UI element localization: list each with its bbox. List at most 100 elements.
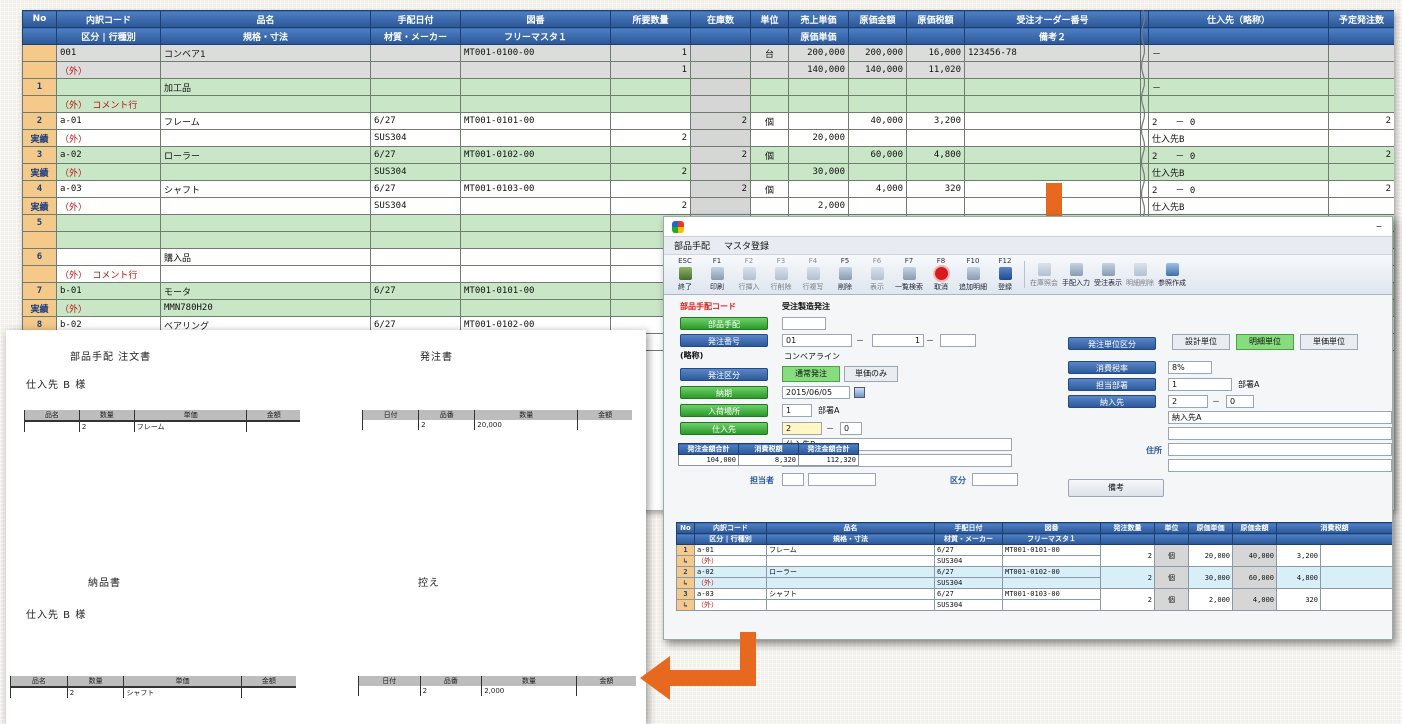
required-qty-2-cell[interactable] <box>610 95 691 113</box>
delivery-code-field[interactable]: 2 <box>1168 395 1208 408</box>
planned-qty-cell[interactable] <box>1328 78 1394 96</box>
grid-row[interactable]: 1 a-01 フレーム 6/27 MT001-0101-00 2 個 20,000 40,000… <box>676 544 1392 567</box>
item-name-cell[interactable]: シャフト <box>160 180 371 198</box>
material-cell[interactable] <box>370 299 461 317</box>
free-master-cell[interactable] <box>460 129 611 147</box>
grid-material-cell[interactable]: SUS304 <box>934 599 1003 611</box>
required-qty-2-cell[interactable]: 2 <box>610 129 691 147</box>
sheet-header-cell[interactable]: 仕入先（略称） <box>1148 10 1329 28</box>
grid-tax-cell[interactable]: 320 <box>1276 588 1321 611</box>
order-no-to-field[interactable]: 1 <box>872 334 924 347</box>
cost-amount-2-cell[interactable] <box>848 95 907 113</box>
planned-qty-cell[interactable]: 2 <box>1328 112 1394 130</box>
row-number[interactable] <box>22 44 57 62</box>
toolbar-button-insert-row[interactable]: F2 行挿入 <box>734 255 764 294</box>
sheet-subheader-cell[interactable] <box>906 27 965 45</box>
breakdown-code-cell[interactable]: b-01 <box>56 282 161 300</box>
item-name-cell[interactable]: ローラー <box>160 146 371 164</box>
stock-2-cell[interactable] <box>690 163 751 181</box>
planned-qty-2-cell[interactable] <box>1328 129 1394 147</box>
material-cell[interactable]: SUS304 <box>370 163 461 181</box>
item-name-cell[interactable]: コンベア1 <box>160 44 371 62</box>
supplier-button[interactable]: 仕入先 <box>680 422 768 435</box>
planned-qty-2-cell[interactable] <box>1328 197 1394 215</box>
sheet-subheader-cell[interactable]: フリーマスタ１ <box>460 27 611 45</box>
planned-qty-cell[interactable] <box>1328 44 1394 62</box>
breakdown-type-cell[interactable]: （外） コメント行 <box>56 265 161 283</box>
sheet-header-cell[interactable]: No <box>22 10 57 28</box>
stock-2-cell[interactable] <box>690 95 751 113</box>
supplier-cell[interactable]: 2 － 0 <box>1148 146 1329 164</box>
cost-tax-cell[interactable]: 320 <box>906 180 965 198</box>
stock-2-cell[interactable] <box>690 197 751 215</box>
tax-rate-select[interactable]: 8% <box>1168 361 1212 374</box>
sheet-subheader-cell[interactable] <box>1148 27 1329 45</box>
due-date-field[interactable]: 2015/06/05 <box>782 386 850 399</box>
grid-row-number[interactable]: 1 <box>676 544 695 556</box>
order-date-cell[interactable]: 6/27 <box>370 112 461 130</box>
grid-spec-cell[interactable] <box>766 577 935 589</box>
planned-qty-cell[interactable]: 2 <box>1328 146 1394 164</box>
grid-date-cell[interactable]: 6/27 <box>934 566 1003 578</box>
order-number-cell[interactable] <box>964 146 1141 164</box>
unit-cell[interactable]: 台 <box>750 44 789 62</box>
sheet-header-cell[interactable]: 内訳コード <box>56 10 161 28</box>
cost-price-cell[interactable]: 30,000 <box>788 163 849 181</box>
toolbar-button-home[interactable]: 参照作成 <box>1157 255 1187 294</box>
order-no-button[interactable]: 発注番号 <box>680 334 768 347</box>
seg-normal-order[interactable]: 通常発注 <box>782 366 840 382</box>
toolbar-button-order-input[interactable]: 手配入力 <box>1061 255 1091 294</box>
cost-tax-2-cell[interactable] <box>906 95 965 113</box>
order-date-cell[interactable]: 6/27 <box>370 146 461 164</box>
parts-order-button[interactable]: 部品手配 <box>680 317 768 330</box>
row-status-cell[interactable] <box>22 265 57 283</box>
grid-row[interactable]: 3 a-03 シャフト 6/27 MT001-0103-00 2 個 2,000 4,000 32… <box>676 588 1392 611</box>
drawing-number-cell[interactable] <box>460 248 611 266</box>
unit-2-cell[interactable] <box>750 129 789 147</box>
material-cell[interactable] <box>370 61 461 79</box>
staff-code-field[interactable] <box>782 473 804 486</box>
sheet-header-cell[interactable]: 単位 <box>750 10 789 28</box>
table-row[interactable]: （外） 1 140,000 140,000 11,020 <box>22 61 1394 79</box>
toolbar-button-order-display[interactable]: 受注表示 <box>1093 255 1123 294</box>
cost-amount-cell[interactable] <box>848 78 907 96</box>
grid-subheader-cell[interactable] <box>1100 533 1155 545</box>
spec-cell[interactable] <box>160 197 371 215</box>
grid-date-cell[interactable]: 6/27 <box>934 588 1003 600</box>
drawing-number-cell[interactable]: MT001-0102-00 <box>460 146 611 164</box>
sales-price-cell[interactable] <box>788 78 849 96</box>
grid-drawing-cell[interactable]: MT001-0102-00 <box>1002 566 1101 578</box>
grid-name-cell[interactable]: フレーム <box>766 544 935 556</box>
unit-2-cell[interactable] <box>750 163 789 181</box>
due-date-button[interactable]: 納期 <box>680 386 768 399</box>
toolbar-button-stop[interactable]: F8 取消 <box>926 255 956 294</box>
item-name-cell[interactable]: フレーム <box>160 112 371 130</box>
cost-tax-cell[interactable]: 16,000 <box>906 44 965 62</box>
sheet-header-cell[interactable]: 受注オーダー番号 <box>964 10 1141 28</box>
table-row[interactable]: 1 加工品 － <box>22 78 1394 96</box>
row-status-cell[interactable] <box>22 231 57 249</box>
spec-cell[interactable] <box>160 61 371 79</box>
grid-qty-cell[interactable]: 2 <box>1100 566 1155 589</box>
table-row[interactable]: 実績 （外） SUS304 2 2,000 仕入先B <box>22 197 1394 215</box>
order-date-cell[interactable] <box>370 78 461 96</box>
toolbar-button-copy-row[interactable]: F4 行複写 <box>798 255 828 294</box>
row-status-cell[interactable]: 実績 <box>22 163 57 181</box>
sheet-header-cell[interactable]: 図番 <box>460 10 611 28</box>
grid-tax-cell[interactable]: 4,800 <box>1276 566 1321 589</box>
order-no-sub-field[interactable] <box>940 334 976 347</box>
seg-detail-unit[interactable]: 明細単位 <box>1236 334 1294 350</box>
cost-amount-cell[interactable]: 40,000 <box>848 112 907 130</box>
grid-drawing-cell[interactable]: MT001-0101-00 <box>1002 544 1101 556</box>
row-status-cell[interactable] <box>22 61 57 79</box>
cost-tax-2-cell[interactable]: 11,020 <box>906 61 965 79</box>
grid-name-cell[interactable]: ローラー <box>766 566 935 578</box>
calendar-icon[interactable] <box>854 387 865 398</box>
grid-subheader-cell[interactable]: 材質・メーカー <box>934 533 1003 545</box>
grid-subheader-cell[interactable] <box>1276 533 1392 545</box>
grid-name-cell[interactable]: シャフト <box>766 588 935 600</box>
supplier-cell[interactable]: 2 － 0 <box>1148 180 1329 198</box>
grid-material-cell[interactable]: SUS304 <box>934 555 1003 567</box>
menu-item-master[interactable]: マスタ登録 <box>724 239 769 252</box>
grid-amount-cell[interactable]: 60,000 <box>1232 566 1277 589</box>
